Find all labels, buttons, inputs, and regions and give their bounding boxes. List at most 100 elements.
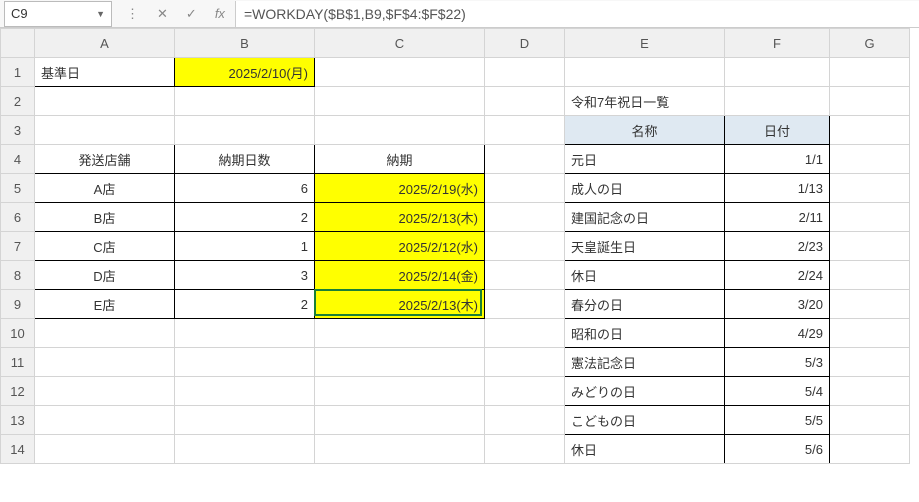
cell-D4[interactable] [485,145,565,174]
cell-G6[interactable] [830,203,910,232]
cell-E9[interactable]: 春分の日 [565,290,725,319]
cell-B10[interactable] [175,319,315,348]
cell-C10[interactable] [315,319,485,348]
cell-G4[interactable] [830,145,910,174]
row-header[interactable]: 12 [1,377,35,406]
row-header[interactable]: 2 [1,87,35,116]
cell-F6[interactable]: 2/11 [725,203,830,232]
row-header[interactable]: 6 [1,203,35,232]
cell-D11[interactable] [485,348,565,377]
cell-E12[interactable]: みどりの日 [565,377,725,406]
chevron-down-icon[interactable]: ▼ [96,9,105,19]
row-header[interactable]: 8 [1,261,35,290]
col-header-F[interactable]: F [725,29,830,58]
cell-C11[interactable] [315,348,485,377]
cell-A7[interactable]: C店 [35,232,175,261]
cell-F1[interactable] [725,58,830,87]
cell-F12[interactable]: 5/4 [725,377,830,406]
cell-B11[interactable] [175,348,315,377]
cell-D9[interactable] [485,290,565,319]
row-header[interactable]: 1 [1,58,35,87]
cell-C7[interactable]: 2025/2/12(水) [315,232,485,261]
cell-A14[interactable] [35,435,175,464]
cell-B6[interactable]: 2 [175,203,315,232]
cell-B8[interactable]: 3 [175,261,315,290]
cell-E14[interactable]: 休日 [565,435,725,464]
cell-C5[interactable]: 2025/2/19(水) [315,174,485,203]
row-header[interactable]: 5 [1,174,35,203]
cell-C12[interactable] [315,377,485,406]
cell-B5[interactable]: 6 [175,174,315,203]
cell-G3[interactable] [830,116,910,145]
cell-D1[interactable] [485,58,565,87]
cell-A6[interactable]: B店 [35,203,175,232]
cell-E2[interactable]: 令和7年祝日一覧 [565,87,725,116]
row-header[interactable]: 4 [1,145,35,174]
row-header[interactable]: 9 [1,290,35,319]
cell-G13[interactable] [830,406,910,435]
col-header-G[interactable]: G [830,29,910,58]
cell-B9[interactable]: 2 [175,290,315,319]
cell-E7[interactable]: 天皇誕生日 [565,232,725,261]
cell-D14[interactable] [485,435,565,464]
col-header-D[interactable]: D [485,29,565,58]
cell-G11[interactable] [830,348,910,377]
col-header-E[interactable]: E [565,29,725,58]
select-all-corner[interactable] [1,29,35,58]
cell-D8[interactable] [485,261,565,290]
cell-F3[interactable]: 日付 [725,116,830,145]
cell-G14[interactable] [830,435,910,464]
cell-F10[interactable]: 4/29 [725,319,830,348]
cell-B3[interactable] [175,116,315,145]
cell-B7[interactable]: 1 [175,232,315,261]
cell-F14[interactable]: 5/6 [725,435,830,464]
cell-A3[interactable] [35,116,175,145]
col-header-A[interactable]: A [35,29,175,58]
cell-D2[interactable] [485,87,565,116]
cell-A11[interactable] [35,348,175,377]
cell-F11[interactable]: 5/3 [725,348,830,377]
spreadsheet-grid[interactable]: A B C D E F G 1 基準日 2025/2/10(月) 2 令和7年祝… [0,28,910,464]
cell-D13[interactable] [485,406,565,435]
cell-C14[interactable] [315,435,485,464]
cell-G9[interactable] [830,290,910,319]
cell-E4[interactable]: 元日 [565,145,725,174]
cell-D5[interactable] [485,174,565,203]
cell-C1[interactable] [315,58,485,87]
cell-F9[interactable]: 3/20 [725,290,830,319]
col-header-C[interactable]: C [315,29,485,58]
cell-E5[interactable]: 成人の日 [565,174,725,203]
cell-D12[interactable] [485,377,565,406]
row-header[interactable]: 14 [1,435,35,464]
cell-D6[interactable] [485,203,565,232]
cell-C9[interactable]: 2025/2/13(木) [315,290,485,319]
cell-A2[interactable] [35,87,175,116]
cell-C2[interactable] [315,87,485,116]
cell-B14[interactable] [175,435,315,464]
cell-A4[interactable]: 発送店舗 [35,145,175,174]
cell-G5[interactable] [830,174,910,203]
row-header[interactable]: 3 [1,116,35,145]
cell-A1[interactable]: 基準日 [35,58,175,87]
name-box[interactable]: C9 ▼ [4,1,112,27]
cell-C6[interactable]: 2025/2/13(木) [315,203,485,232]
cell-A8[interactable]: D店 [35,261,175,290]
cell-E13[interactable]: こどもの日 [565,406,725,435]
cell-C3[interactable] [315,116,485,145]
cell-E6[interactable]: 建国記念の日 [565,203,725,232]
cell-B4[interactable]: 納期日数 [175,145,315,174]
cell-F4[interactable]: 1/1 [725,145,830,174]
cell-G10[interactable] [830,319,910,348]
cell-G8[interactable] [830,261,910,290]
row-header[interactable]: 7 [1,232,35,261]
cell-C13[interactable] [315,406,485,435]
cell-D7[interactable] [485,232,565,261]
cell-B13[interactable] [175,406,315,435]
cell-A10[interactable] [35,319,175,348]
row-header[interactable]: 10 [1,319,35,348]
cancel-icon[interactable]: ✕ [157,6,168,22]
cell-F13[interactable]: 5/5 [725,406,830,435]
cell-F8[interactable]: 2/24 [725,261,830,290]
cell-G12[interactable] [830,377,910,406]
fx-icon[interactable]: fx [215,6,225,21]
